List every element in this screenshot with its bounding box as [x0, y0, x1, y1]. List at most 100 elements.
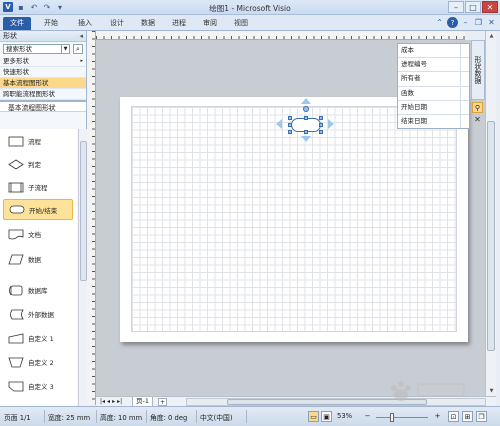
data-icon [8, 254, 24, 264]
normal-view-icon[interactable]: ▭ [308, 411, 319, 422]
data-row-label: 结束日期 [401, 116, 427, 125]
database-icon [9, 285, 23, 295]
menu-basic-flowchart[interactable]: 基本流程图形状 [0, 78, 86, 89]
external-data-icon [10, 309, 24, 319]
resize-handle[interactable] [304, 116, 308, 120]
minimize-ribbon-icon[interactable]: ⌃ [434, 17, 445, 28]
document-icon [8, 229, 24, 239]
collapse-pane-icon[interactable]: ◂ [79, 31, 83, 42]
data-row-end-date[interactable]: 结束日期 [398, 114, 469, 129]
rotation-handle[interactable] [303, 106, 309, 112]
tab-home[interactable]: 开始 [44, 17, 58, 30]
menu-cross-functional[interactable]: 跨职能流程图形状 [0, 89, 86, 100]
tab-review[interactable]: 审阅 [203, 17, 217, 30]
fullscreen-view-icon[interactable]: ▣ [321, 411, 332, 422]
canvas-vscroll-thumb[interactable] [487, 121, 495, 351]
scroll-down-icon[interactable]: ▼ [486, 386, 497, 396]
drawing-page[interactable] [120, 97, 468, 342]
shape-label: 自定义 2 [28, 359, 54, 367]
shape-process[interactable]: 流程 [3, 131, 73, 151]
data-row-function[interactable]: 函数 [398, 86, 469, 101]
menu-quick-shapes[interactable]: 快速形状 [0, 67, 86, 78]
switch-windows-icon[interactable]: ❐ [476, 411, 487, 422]
zoom-out-icon[interactable]: − [362, 411, 373, 422]
tab-file[interactable]: 文件 [3, 17, 31, 30]
process-icon [8, 136, 24, 146]
data-row-owner[interactable]: 所有者 [398, 72, 469, 87]
resize-handle[interactable] [288, 116, 292, 120]
close-button[interactable]: ✕ [482, 1, 498, 13]
shape-terminator[interactable]: 开始/结束 [3, 199, 73, 220]
custom3-icon [8, 381, 24, 391]
autoconnect-down-arrow-icon[interactable] [300, 135, 312, 143]
resize-handle[interactable] [288, 130, 292, 134]
search-dropdown-icon[interactable]: ▼ [61, 45, 69, 53]
tab-data[interactable]: 数据 [141, 17, 155, 30]
autoconnect-right-arrow-icon[interactable] [327, 118, 335, 130]
autoconnect-left-arrow-icon[interactable] [275, 118, 283, 130]
shape-data-panel: 成本 进程编号 所有者 函数 开始日期 结束日期 [397, 43, 470, 129]
doc-close-icon[interactable]: ✕ [486, 17, 497, 28]
doc-minimize-icon[interactable]: – [460, 17, 471, 28]
tab-design[interactable]: 设计 [110, 17, 124, 30]
status-angle: 角度: 0 deg [150, 414, 188, 422]
status-height: 高度: 10 mm [100, 414, 143, 422]
menu-cross-functional-label: 跨职能流程图形状 [3, 90, 55, 98]
insert-page-icon[interactable]: + [158, 398, 167, 406]
shape-data-pane-tab[interactable]: 形状数据 [471, 40, 485, 100]
data-row-process-number[interactable]: 进程编号 [398, 58, 469, 73]
data-row-start-date[interactable]: 开始日期 [398, 100, 469, 115]
shape-label: 判定 [28, 161, 41, 169]
search-shapes-input[interactable]: 搜索形状 ▼ [3, 44, 70, 54]
resize-handle[interactable] [319, 116, 323, 120]
shape-subprocess[interactable]: 子流程 [3, 177, 73, 197]
shape-database[interactable]: 数据库 [3, 280, 73, 300]
autoconnect-up-arrow-icon[interactable] [300, 97, 312, 105]
search-icon[interactable]: ⌕ [73, 44, 83, 54]
search-shapes-placeholder: 搜索形状 [6, 45, 32, 53]
menu-more-shapes[interactable]: 更多形状 ▸ [0, 56, 86, 67]
tab-view[interactable]: 视图 [234, 17, 248, 30]
stencil-title: 基本流程图形状 [0, 100, 86, 112]
menu-quick-shapes-label: 快速形状 [3, 68, 29, 76]
shape-label: 自定义 3 [28, 383, 54, 391]
fit-page-icon[interactable]: ⊡ [448, 411, 459, 422]
pan-zoom-icon[interactable]: ⊞ [462, 411, 473, 422]
minimize-button[interactable]: – [448, 1, 464, 13]
data-row-cost[interactable]: 成本 [398, 44, 469, 59]
pin-icon[interactable]: ⚲ [472, 102, 483, 113]
title-bar: V ▪ ↶ ↷ ▾ 绘图1 - Microsoft Visio – □ ✕ [0, 0, 500, 15]
stencil-scrollbar[interactable] [78, 129, 87, 406]
data-row-label: 成本 [401, 46, 414, 54]
maximize-button[interactable]: □ [465, 1, 481, 13]
data-row-label: 所有者 [401, 74, 421, 83]
resize-handle[interactable] [319, 123, 323, 127]
status-page[interactable]: 页面 1/1 [4, 412, 31, 422]
zoom-slider[interactable] [376, 417, 428, 418]
zoom-level[interactable]: 53% [337, 412, 352, 420]
tab-insert[interactable]: 插入 [78, 17, 92, 30]
shape-custom-1[interactable]: 自定义 1 [3, 328, 73, 348]
zoom-in-icon[interactable]: + [432, 411, 443, 422]
page-grid [131, 106, 457, 332]
resize-handle[interactable] [319, 130, 323, 134]
close-pane-icon[interactable]: ✕ [472, 115, 483, 126]
shape-custom-3[interactable]: 自定义 3 [3, 376, 73, 396]
shape-data[interactable]: 数据 [3, 249, 73, 269]
resize-handle[interactable] [288, 123, 292, 127]
shape-document[interactable]: 文档 [3, 224, 73, 244]
shape-label: 外部数据 [28, 311, 54, 319]
shape-external-data[interactable]: 外部数据 [3, 304, 73, 324]
zoom-slider-thumb[interactable] [390, 413, 394, 422]
scroll-up-icon[interactable]: ▲ [486, 31, 497, 41]
doc-restore-icon[interactable]: ❐ [473, 17, 484, 28]
stencil-scroll-thumb[interactable] [80, 141, 87, 281]
resize-handle[interactable] [304, 130, 308, 134]
status-language[interactable]: 中文(中国) [200, 412, 233, 422]
shape-decision[interactable]: 判定 [3, 154, 73, 174]
tab-process[interactable]: 进程 [172, 17, 186, 30]
canvas-vertical-scrollbar[interactable]: ▲ ▼ [485, 31, 496, 396]
subprocess-icon [8, 182, 24, 192]
help-icon[interactable]: ? [447, 17, 458, 28]
shape-custom-2[interactable]: 自定义 2 [3, 352, 73, 372]
